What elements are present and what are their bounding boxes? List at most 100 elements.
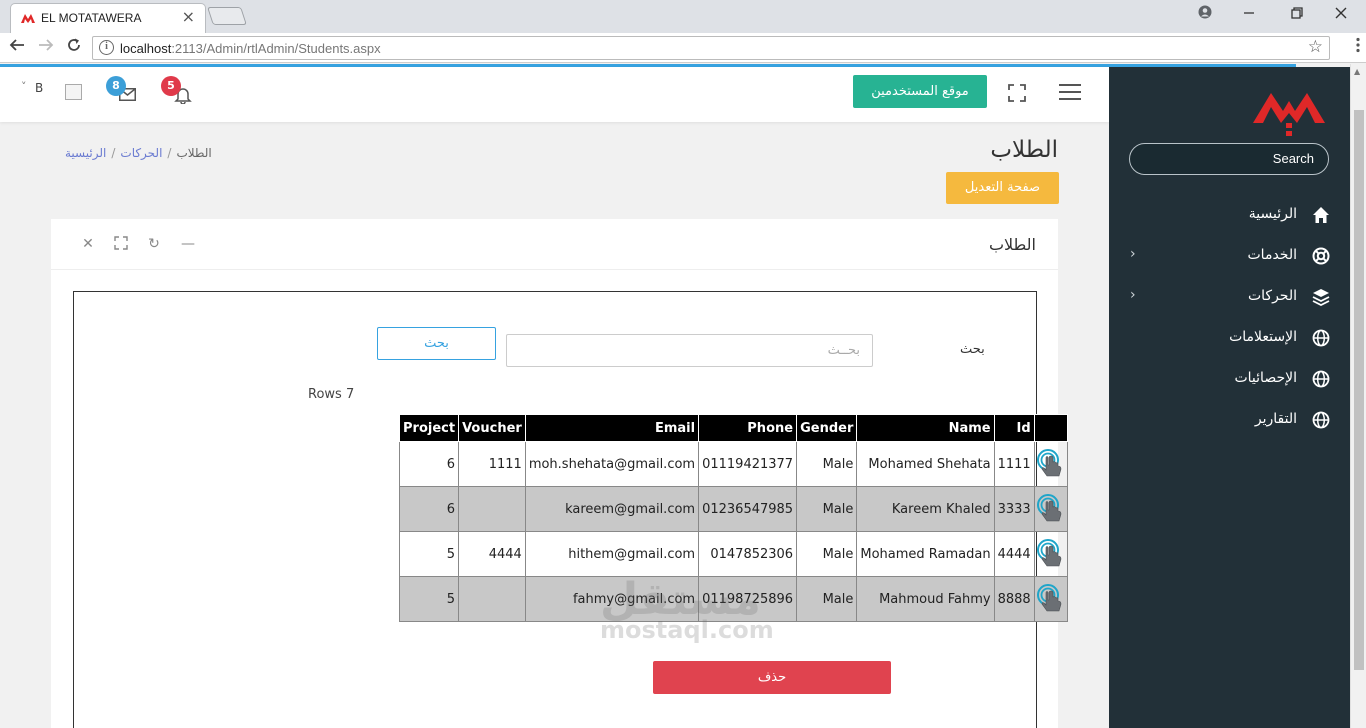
cell-phone: 0147852306: [698, 531, 798, 577]
column-header: Voucher: [458, 414, 526, 442]
sidebar-item-home[interactable]: الرئيسية: [1130, 203, 1330, 229]
expand-icon[interactable]: [113, 236, 129, 252]
scrollbar-thumb[interactable]: [1354, 110, 1364, 670]
sidebar-item-label: الرئيسية: [1248, 206, 1297, 222]
cell-email: moh.shehata@gmail.com: [524, 441, 700, 487]
select-hand-icon[interactable]: [1035, 448, 1067, 480]
students-table: Project Voucher Email Phone Gender Name …: [398, 414, 1068, 622]
cell-name: Kareem Khaled: [856, 486, 995, 532]
table-row: 6 kareem@gmail.com 01236547985 Male Kare…: [398, 486, 1068, 532]
cell-voucher: [458, 486, 526, 532]
select-hand-icon[interactable]: [1035, 583, 1067, 615]
sidebar: Search الرئيسية الخدمات ‹ الحركات ‹ الإس…: [1109, 67, 1350, 728]
home-icon: [1313, 207, 1329, 223]
bookmark-star-icon[interactable]: ☆: [1308, 37, 1323, 57]
column-header: Project: [398, 414, 460, 442]
hamburger-menu-icon[interactable]: [1059, 84, 1081, 100]
browser-tab[interactable]: EL MOTATAWERA ×: [10, 3, 206, 33]
layers-icon: [1312, 289, 1330, 306]
breadcrumb-current: الطلاب: [176, 146, 212, 160]
url-path: :2113/Admin/rtlAdmin/Students.aspx: [171, 41, 381, 56]
select-cell: [1033, 576, 1068, 622]
cell-gender: Male: [796, 486, 858, 532]
column-header: Id: [993, 414, 1035, 442]
fullscreen-icon[interactable]: [1008, 84, 1026, 102]
select-hand-icon[interactable]: [1035, 538, 1067, 570]
students-card: الطلاب ✕ ↻ — بحث بحث Rows 7 Project Vouc…: [51, 219, 1068, 728]
search-button[interactable]: بحث: [377, 327, 496, 360]
page: موقع المستخدمين 5 8 B ˅ Search الرئيسية …: [0, 64, 1366, 728]
minimize-window-icon[interactable]: [1234, 4, 1264, 24]
back-arrow-icon[interactable]: [6, 37, 28, 59]
cell-project: 6: [398, 441, 460, 487]
restore-window-icon[interactable]: [1282, 4, 1312, 24]
cell-id: 4444: [993, 531, 1035, 577]
tab-close-icon[interactable]: ×: [182, 8, 195, 26]
page-scrollbar[interactable]: ▲: [1350, 64, 1366, 728]
browser-toolbar: i localhost:2113/Admin/rtlAdmin/Students…: [0, 33, 1366, 63]
cell-project: 6: [398, 486, 460, 532]
cell-id: 1111: [993, 441, 1035, 487]
cell-name: Mohamed Ramadan: [856, 531, 995, 577]
search-input[interactable]: [506, 334, 873, 367]
sidebar-item-label: الحركات: [1247, 288, 1297, 304]
sidebar-item-queries[interactable]: الإستعلامات: [1130, 326, 1330, 352]
close-icon[interactable]: ✕: [80, 236, 96, 252]
chevron-down-icon[interactable]: ˅: [21, 80, 27, 93]
edit-page-button[interactable]: صفحة التعديل: [946, 172, 1059, 204]
address-bar[interactable]: i localhost:2113/Admin/rtlAdmin/Students…: [92, 36, 1330, 60]
sidebar-item-services[interactable]: الخدمات ‹: [1130, 244, 1330, 270]
cell-voucher: [458, 576, 526, 622]
sidebar-item-statistics[interactable]: الإحصائيات: [1130, 367, 1330, 393]
column-header: Name: [856, 414, 995, 442]
column-header: Email: [524, 414, 700, 442]
site-info-icon[interactable]: i: [99, 40, 114, 55]
breadcrumb-separator: /: [167, 146, 172, 160]
users-site-button[interactable]: موقع المستخدمين: [853, 75, 987, 108]
new-tab-button[interactable]: [207, 7, 247, 25]
lifebuoy-icon: [1312, 247, 1330, 265]
breadcrumb-section-link[interactable]: الحركات: [120, 146, 162, 160]
sidebar-item-label: التقارير: [1254, 411, 1297, 427]
browser-tab-strip: EL MOTATAWERA ×: [0, 0, 1366, 33]
avatar[interactable]: [65, 84, 82, 100]
cell-phone: 01119421377: [698, 441, 798, 487]
close-window-icon[interactable]: [1326, 4, 1356, 24]
cell-gender: Male: [796, 576, 858, 622]
messages-badge: 8: [106, 76, 126, 96]
cell-phone: 01236547985: [698, 486, 798, 532]
table-row: 6 1111 moh.shehata@gmail.com 01119421377…: [398, 441, 1068, 487]
sidebar-item-reports[interactable]: التقارير: [1130, 408, 1330, 434]
card-header: الطلاب ✕ ↻ —: [51, 219, 1058, 270]
chevron-left-icon: ‹: [1130, 287, 1136, 303]
search-label: بحث: [960, 342, 985, 357]
select-hand-icon[interactable]: [1035, 493, 1067, 525]
sidebar-item-transactions[interactable]: الحركات ‹: [1130, 285, 1330, 311]
breadcrumb-home-link[interactable]: الرئيسية: [65, 146, 106, 160]
tab-title: EL MOTATAWERA: [41, 11, 142, 25]
top-header: موقع المستخدمين 5 8 B ˅: [0, 67, 1109, 122]
refresh-icon[interactable]: ↻: [146, 236, 162, 252]
select-cell: [1033, 531, 1068, 577]
cell-voucher: 4444: [458, 531, 526, 577]
column-header: [1033, 414, 1068, 442]
cell-id: 8888: [993, 576, 1035, 622]
scroll-up-arrow-icon[interactable]: ▲: [1354, 67, 1360, 76]
cell-email: kareem@gmail.com: [524, 486, 700, 532]
table-row: 5 fahmy@gmail.com 01198725896 Male Mahmo…: [398, 576, 1068, 622]
profile-icon[interactable]: [1190, 4, 1220, 24]
reload-icon[interactable]: [63, 37, 85, 59]
sidebar-item-label: الإحصائيات: [1234, 370, 1297, 386]
delete-button[interactable]: حذف: [653, 661, 891, 694]
forward-arrow-icon[interactable]: [35, 37, 57, 59]
browser-menu-icon[interactable]: [1356, 37, 1360, 57]
cell-email: fahmy@gmail.com: [524, 576, 700, 622]
sidebar-search-input[interactable]: Search: [1129, 143, 1329, 175]
cell-name: Mohamed Shehata: [856, 441, 995, 487]
user-name[interactable]: B: [35, 81, 43, 95]
cell-project: 5: [398, 576, 460, 622]
globe-icon: [1312, 411, 1330, 429]
cell-name: Mahmoud Fahmy: [856, 576, 995, 622]
minimize-icon[interactable]: —: [180, 236, 196, 252]
cell-phone: 01198725896: [698, 576, 798, 622]
